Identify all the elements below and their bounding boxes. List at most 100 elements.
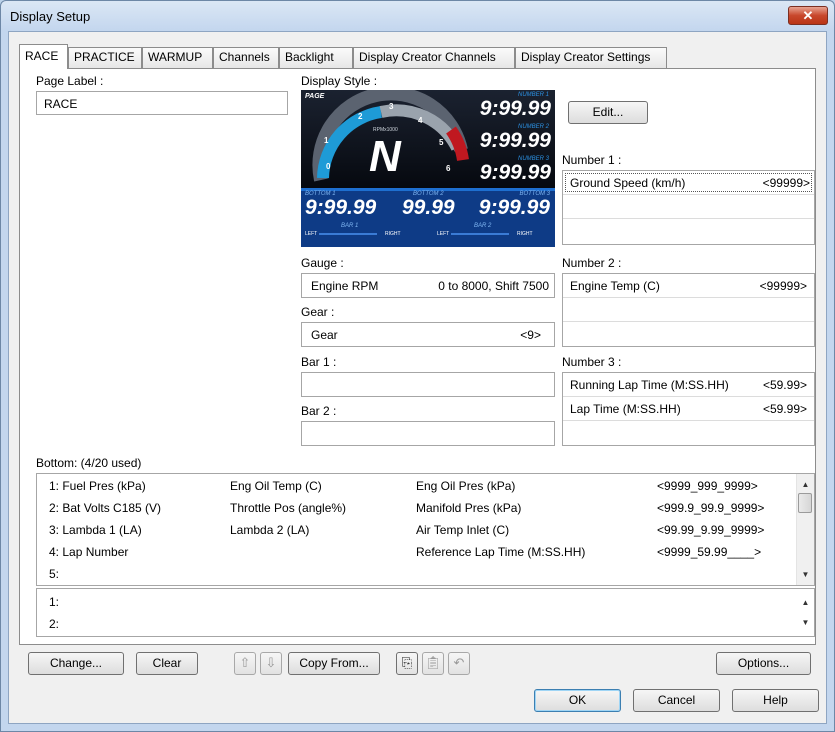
number1-caption: Number 1 : bbox=[562, 153, 622, 167]
bottom-caption: Bottom: (4/20 used) bbox=[36, 456, 142, 470]
number2-row-2[interactable] bbox=[563, 298, 814, 322]
edit-display-style-button[interactable]: Edit... bbox=[568, 101, 648, 124]
page-label-input[interactable]: RACE bbox=[36, 91, 288, 115]
preview-number2-value: 9:99.99 bbox=[479, 129, 551, 152]
options-button[interactable]: Options... bbox=[716, 652, 811, 675]
number1-row-2[interactable] bbox=[563, 195, 814, 219]
gauge-channel-name: Engine RPM bbox=[311, 279, 379, 293]
gauge-field[interactable]: Engine RPM 0 to 8000, Shift 7500 bbox=[301, 273, 555, 298]
number3-caption: Number 3 : bbox=[562, 355, 622, 369]
tab-backlight[interactable]: Backlight bbox=[279, 47, 353, 68]
detail-row-2[interactable]: 2: bbox=[37, 613, 797, 635]
number2-row-1-name: Engine Temp (C) bbox=[570, 279, 660, 293]
copy-from-button[interactable]: Copy From... bbox=[288, 652, 380, 675]
number2-list[interactable]: Engine Temp (C) <99999> bbox=[562, 273, 815, 347]
bottom-list[interactable]: 1: Fuel Pres (kPa) Eng Oil Temp (C) Eng … bbox=[36, 473, 815, 586]
bottom-row-3[interactable]: 3: Lambda 1 (LA) Lambda 2 (LA) Air Temp … bbox=[37, 519, 797, 541]
preview-dial-1: 1 bbox=[324, 136, 329, 145]
number3-row-2[interactable]: Lap Time (M:SS.HH) <59.99> bbox=[563, 397, 814, 421]
bottom-row-3-col-2: Lambda 2 (LA) bbox=[230, 523, 310, 537]
bottom-row-4-col-4: <9999_59.99____> bbox=[657, 545, 762, 559]
display-style-caption: Display Style : bbox=[301, 74, 378, 88]
preview-bar2-tag: BAR 2 bbox=[474, 223, 492, 229]
detail-list-scrollbar[interactable]: ▲ ▼ bbox=[797, 589, 814, 636]
tab-display-creator-settings[interactable]: Display Creator Settings bbox=[515, 47, 667, 68]
preview-bottom3-value: 9:99.99 bbox=[478, 196, 550, 219]
change-button[interactable]: Change... bbox=[28, 652, 124, 675]
move-up-icon[interactable]: ⇧ bbox=[234, 652, 256, 675]
number1-row-1-name: Ground Speed (km/h) bbox=[570, 176, 686, 190]
clear-button[interactable]: Clear bbox=[136, 652, 198, 675]
preview-dial-3: 3 bbox=[389, 102, 394, 111]
bottom-row-1-col-3: Eng Oil Pres (kPa) bbox=[416, 479, 516, 493]
number1-row-1[interactable]: Ground Speed (km/h) <99999> bbox=[563, 171, 814, 195]
scroll-down-arrow-icon[interactable]: ▼ bbox=[797, 566, 814, 583]
preview-number3-value: 9:99.99 bbox=[479, 161, 551, 184]
copy-icon[interactable]: ⎘ bbox=[396, 652, 418, 675]
bottom-row-4[interactable]: 4: Lap Number Reference Lap Time (M:SS.H… bbox=[37, 541, 797, 563]
number3-row-1-name: Running Lap Time (M:SS.HH) bbox=[570, 378, 729, 392]
tab-warmup[interactable]: WARMUP bbox=[142, 47, 213, 68]
detail-scroll-up-arrow-icon[interactable]: ▲ bbox=[797, 594, 814, 611]
bottom-row-3-col-3: Air Temp Inlet (C) bbox=[416, 523, 510, 537]
number1-row-1-value: <99999> bbox=[762, 176, 810, 190]
gear-format-value: <9> bbox=[520, 328, 541, 342]
bar1-field[interactable] bbox=[301, 372, 555, 397]
detail-row-1-label: 1: bbox=[49, 595, 60, 609]
bar2-caption: Bar 2 : bbox=[301, 404, 337, 418]
bottom-row-4-col-1: 4: Lap Number bbox=[49, 545, 129, 559]
tab-channels[interactable]: Channels bbox=[213, 47, 279, 68]
preview-bar1-right: RIGHT bbox=[385, 231, 401, 237]
tab-display-creator-channels[interactable]: Display Creator Channels bbox=[353, 47, 515, 68]
preview-bar2-right: RIGHT bbox=[517, 231, 533, 237]
preview-dial-0: 0 bbox=[326, 162, 331, 171]
detail-row-1[interactable]: 1: bbox=[37, 591, 797, 613]
number3-row-3[interactable] bbox=[563, 421, 814, 445]
bottom-row-4-col-3: Reference Lap Time (M:SS.HH) bbox=[416, 545, 586, 559]
tab-practice[interactable]: PRACTICE bbox=[68, 47, 142, 68]
number2-caption: Number 2 : bbox=[562, 256, 622, 270]
bottom-row-1-col-2: Eng Oil Temp (C) bbox=[230, 479, 322, 493]
preview-gear-glyph: N bbox=[369, 132, 401, 181]
tab-race[interactable]: RACE bbox=[19, 44, 68, 69]
title-bar[interactable]: Display Setup ✕ bbox=[1, 1, 834, 31]
bottom-row-5[interactable]: 5: bbox=[37, 563, 797, 585]
bottom-row-2[interactable]: 2: Bat Volts C185 (V) Throttle Pos (angl… bbox=[37, 497, 797, 519]
preview-dial-6: 6 bbox=[446, 164, 451, 173]
number2-row-1[interactable]: Engine Temp (C) <99999> bbox=[563, 274, 814, 298]
scroll-up-arrow-icon[interactable]: ▲ bbox=[797, 476, 814, 493]
window-title: Display Setup bbox=[10, 9, 91, 24]
close-button[interactable]: ✕ bbox=[788, 6, 828, 25]
bottom-detail-list[interactable]: 1: 2: ▲ ▼ bbox=[36, 588, 815, 637]
undo-icon[interactable]: ↶ bbox=[448, 652, 470, 675]
preview-page-tag: PAGE bbox=[305, 93, 325, 100]
cancel-button[interactable]: Cancel bbox=[633, 689, 720, 712]
number3-row-1[interactable]: Running Lap Time (M:SS.HH) <59.99> bbox=[563, 373, 814, 397]
paste-icon[interactable]: 📋︎ bbox=[422, 652, 444, 675]
help-button[interactable]: Help bbox=[732, 689, 819, 712]
race-tab-panel: Page Label : RACE Display Style : PAGE 0… bbox=[19, 68, 816, 645]
ok-button[interactable]: OK bbox=[534, 689, 621, 712]
bottom-list-scrollbar[interactable]: ▲ ▼ bbox=[796, 474, 814, 585]
number2-row-3[interactable] bbox=[563, 322, 814, 346]
bottom-row-3-col-1: 3: Lambda 1 (LA) bbox=[49, 523, 142, 537]
bar2-field[interactable] bbox=[301, 421, 555, 446]
preview-bar1-tag: BAR 1 bbox=[341, 223, 359, 229]
number3-list[interactable]: Running Lap Time (M:SS.HH) <59.99> Lap T… bbox=[562, 372, 815, 446]
bottom-row-2-col-1: 2: Bat Volts C185 (V) bbox=[49, 501, 162, 515]
number1-list[interactable]: Ground Speed (km/h) <99999> bbox=[562, 170, 815, 245]
scroll-thumb[interactable] bbox=[798, 493, 812, 513]
move-down-icon[interactable]: ⇩ bbox=[260, 652, 282, 675]
number3-row-2-value: <59.99> bbox=[762, 402, 807, 416]
bottom-row-1[interactable]: 1: Fuel Pres (kPa) Eng Oil Temp (C) Eng … bbox=[37, 475, 797, 497]
display-style-preview[interactable]: PAGE 0 1 2 3 4 5 6 RPMx1000 N NUMBER 1 9… bbox=[301, 90, 555, 247]
page-label-caption: Page Label : bbox=[36, 74, 104, 88]
gear-channel-name: Gear bbox=[311, 328, 338, 342]
number1-row-3[interactable] bbox=[563, 219, 814, 243]
bottom-row-2-col-2: Throttle Pos (angle%) bbox=[230, 501, 347, 515]
bottom-row-1-col-1: 1: Fuel Pres (kPa) bbox=[49, 479, 146, 493]
detail-scroll-down-arrow-icon[interactable]: ▼ bbox=[797, 614, 814, 631]
preview-bar1-left: LEFT bbox=[305, 231, 318, 237]
gear-field[interactable]: Gear <9> bbox=[301, 322, 555, 347]
number2-row-1-value: <99999> bbox=[759, 279, 807, 293]
